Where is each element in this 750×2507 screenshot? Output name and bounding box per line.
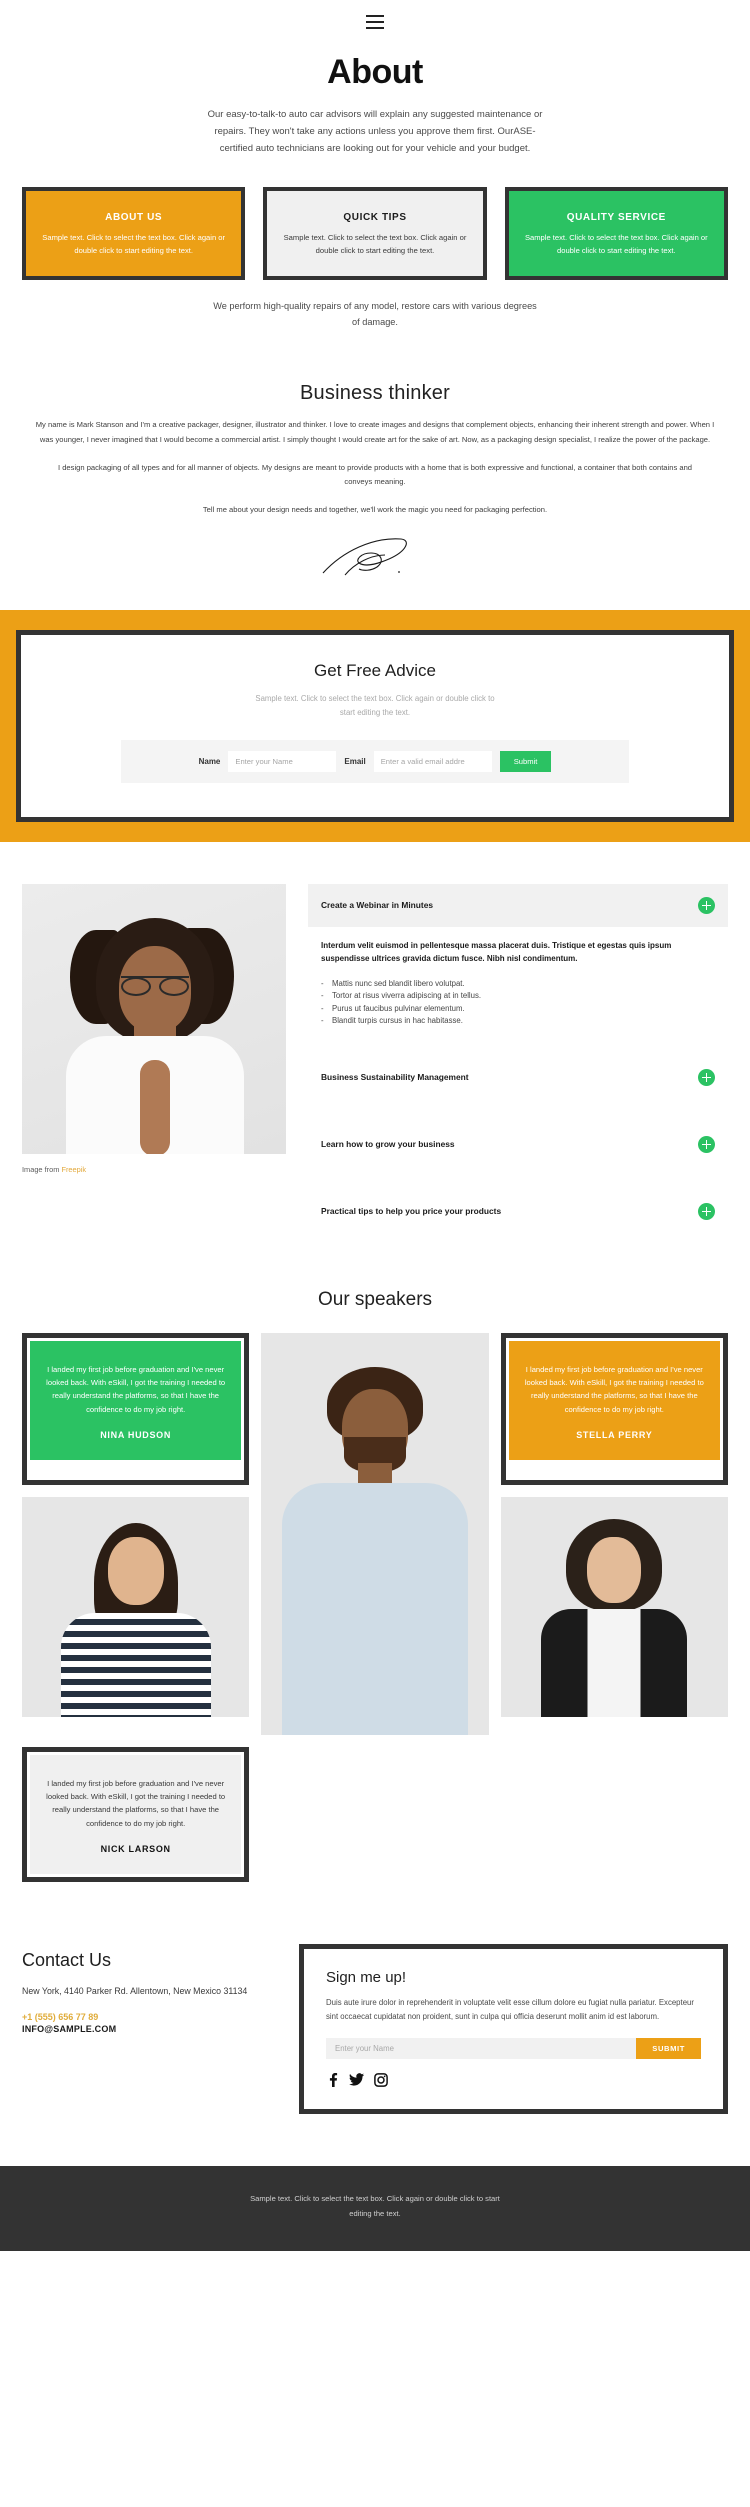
- speaker-name: NINA HUDSON: [100, 1429, 172, 1440]
- submit-button[interactable]: Submit: [499, 750, 552, 772]
- accordion-item-header-4[interactable]: Practical tips to help you price your pr…: [308, 1190, 728, 1233]
- thinking-woman-photo: [22, 883, 286, 1154]
- site-header: [0, 0, 750, 36]
- card-text: Sample text. Click to select the text bo…: [524, 233, 708, 255]
- feature-card-about-us[interactable]: ABOUT US Sample text. Click to select th…: [22, 187, 246, 281]
- feature-cards: ABOUT US Sample text. Click to select th…: [0, 163, 750, 281]
- hero-paragraph: Our easy-to-talk-to auto car advisors wi…: [207, 109, 543, 154]
- speaker-photo-man: [261, 1332, 489, 1735]
- get-free-advice-section: Get Free Advice Sample text. Click to se…: [0, 609, 750, 842]
- image-credit: Image from Freepik: [22, 1165, 286, 1174]
- speaker-name: NICK LARSON: [100, 1843, 171, 1854]
- list-item: Blandit turpis cursus in hac habitasse.: [321, 1015, 715, 1028]
- accordion-item-header-2[interactable]: Business Sustainability Management: [308, 1056, 728, 1099]
- hero-section: About Our easy-to-talk-to auto car advis…: [0, 36, 750, 163]
- accordion-section: Image from Freepik Create a Webinar in M…: [0, 842, 750, 1233]
- signup-box: Sign me up! Duis aute irure dolor in rep…: [299, 1943, 728, 2115]
- image-credit-prefix: Image from: [22, 1164, 62, 1174]
- card-text: Sample text. Click to select the text bo…: [283, 233, 467, 255]
- freepik-link[interactable]: Freepik: [61, 1165, 86, 1174]
- signup-text: Duis aute irure dolor in reprehenderit i…: [326, 1997, 694, 2021]
- card-title: ABOUT US: [105, 212, 163, 224]
- page-title: About: [327, 53, 423, 91]
- list-item: Tortor at risus viverra adipiscing at in…: [321, 990, 715, 1003]
- business-thinker-section: Business thinker My name is Mark Stanson…: [0, 330, 750, 585]
- contact-title: Contact Us: [22, 1949, 112, 1970]
- contact-section: Contact Us New York, 4140 Parker Rd. All…: [0, 1882, 750, 2115]
- hamburger-menu-icon[interactable]: [366, 15, 384, 29]
- advice-title: Get Free Advice: [314, 660, 436, 680]
- contact-phone[interactable]: +1 (555) 656 77 89: [22, 2012, 277, 2022]
- accordion-item-header-3[interactable]: Learn how to grow your business: [308, 1123, 728, 1166]
- quote-text: I landed my first job before graduation …: [46, 1778, 226, 1828]
- contact-info: Contact Us New York, 4140 Parker Rd. All…: [22, 1944, 277, 2034]
- email-input[interactable]: [373, 750, 492, 772]
- thinker-paragraph-3: Tell me about your design needs and toge…: [202, 504, 548, 514]
- signature-icon: [322, 538, 407, 576]
- advice-subtitle: Sample text. Click to select the text bo…: [255, 693, 495, 717]
- accordion-bullets: Mattis nunc sed blandit libero volutpat.…: [321, 978, 715, 1028]
- accordion-lead: Interdum velit euismod in pellentesque m…: [321, 940, 672, 964]
- card-title: QUALITY SERVICE: [566, 212, 666, 224]
- speaker-photo-woman-striped: [22, 1497, 250, 1718]
- signup-form: SUBMIT: [326, 2038, 701, 2060]
- accordion-title: Create a Webinar in Minutes: [321, 900, 434, 911]
- cards-note: We perform high-quality repairs of any m…: [213, 301, 537, 328]
- speakers-section: Our speakers I landed my first job befor…: [0, 1233, 750, 1882]
- instagram-icon[interactable]: [374, 2073, 388, 2088]
- section-title: Business thinker: [300, 382, 450, 405]
- signup-name-input[interactable]: [326, 2038, 637, 2060]
- signup-title: Sign me up!: [326, 1968, 407, 1986]
- twitter-icon[interactable]: [349, 2073, 364, 2087]
- feature-card-quality-service[interactable]: QUALITY SERVICE Sample text. Click to se…: [504, 187, 728, 281]
- accordion-list: Create a Webinar in Minutes Interdum vel…: [308, 883, 728, 1233]
- accordion-item-header-1[interactable]: Create a Webinar in Minutes: [308, 883, 728, 927]
- social-links: [326, 2073, 701, 2088]
- plus-icon[interactable]: [698, 896, 715, 914]
- plus-icon[interactable]: [698, 1068, 715, 1086]
- thinker-paragraph-1: My name is Mark Stanson and I'm a creati…: [35, 420, 715, 444]
- contact-email[interactable]: INFO@SAMPLE.COM: [22, 2024, 277, 2034]
- card-text: Sample text. Click to select the text bo…: [42, 233, 226, 255]
- advice-form: Name Email Submit: [121, 739, 629, 783]
- speaker-quote-nick-larson: I landed my first job before graduation …: [22, 1746, 250, 1882]
- quote-text: I landed my first job before graduation …: [46, 1364, 226, 1414]
- plus-icon[interactable]: [698, 1202, 715, 1220]
- card-title: QUICK TIPS: [343, 212, 407, 224]
- speakers-title: Our speakers: [317, 1288, 433, 1310]
- accordion-image-column: Image from Freepik: [22, 883, 286, 1233]
- accordion-title: Business Sustainability Management: [321, 1072, 469, 1083]
- advice-box: Get Free Advice Sample text. Click to se…: [16, 629, 734, 822]
- accordion-title: Practical tips to help you price your pr…: [321, 1206, 502, 1217]
- site-footer: Sample text. Click to select the text bo…: [0, 2166, 750, 2252]
- thinker-paragraph-2: I design packaging of all types and for …: [57, 462, 693, 486]
- contact-address: New York, 4140 Parker Rd. Allentown, New…: [22, 1985, 248, 1996]
- email-label: Email: [344, 756, 366, 766]
- list-item: Purus ut faucibus pulvinar elementum.: [321, 1003, 715, 1016]
- speakers-grid: I landed my first job before graduation …: [0, 1311, 750, 1882]
- name-label: Name: [198, 756, 221, 766]
- speaker-photo-woman-dark: [500, 1497, 728, 1718]
- footer-text: Sample text. Click to select the text bo…: [250, 2194, 500, 2218]
- signup-submit-button[interactable]: SUBMIT: [636, 2038, 701, 2060]
- name-input[interactable]: [228, 750, 337, 772]
- feature-card-quick-tips[interactable]: QUICK TIPS Sample text. Click to select …: [263, 187, 487, 281]
- page-root: About Our easy-to-talk-to auto car advis…: [0, 0, 750, 2252]
- speaker-quote-stella-perry: I landed my first job before graduation …: [500, 1332, 728, 1486]
- accordion-item-body-1: Interdum velit euismod in pellentesque m…: [308, 927, 728, 1032]
- speaker-quote-nina-hudson: I landed my first job before graduation …: [22, 1332, 250, 1486]
- facebook-icon[interactable]: [326, 2073, 339, 2088]
- accordion-title: Learn how to grow your business: [321, 1139, 455, 1150]
- list-item: Mattis nunc sed blandit libero volutpat.: [321, 978, 715, 991]
- speaker-name: STELLA PERRY: [576, 1429, 653, 1440]
- quote-text: I landed my first job before graduation …: [524, 1364, 704, 1414]
- plus-icon[interactable]: [698, 1135, 715, 1153]
